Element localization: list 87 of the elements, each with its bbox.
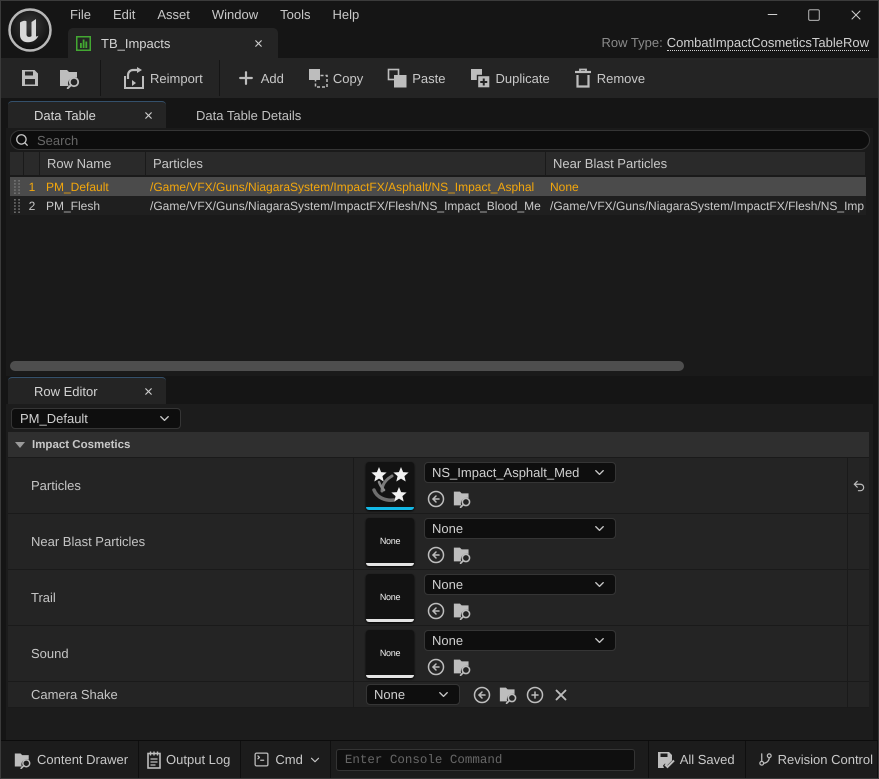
folder-search-icon[interactable] — [453, 545, 472, 564]
folder-search-icon[interactable] — [453, 601, 472, 620]
left-arrow-circle-icon[interactable] — [427, 490, 445, 508]
trash-icon — [574, 68, 592, 88]
category-label: Impact Cosmetics — [32, 438, 130, 450]
panel-tab[interactable]: Data Table — [8, 101, 166, 128]
status-bar-button[interactable]: All Saved — [648, 741, 746, 778]
asset-dropdown[interactable]: None — [424, 574, 616, 595]
toolbar-button[interactable]: Duplicate — [458, 60, 562, 96]
search-field[interactable]: Search — [10, 130, 870, 150]
terminal-icon — [253, 751, 270, 768]
asset-thumbnail[interactable]: None — [366, 630, 414, 678]
menu-item[interactable]: File — [59, 1, 102, 28]
close-icon[interactable] — [143, 386, 154, 396]
saved-check-icon — [656, 750, 675, 768]
row-select-dropdown[interactable]: PM_Default — [11, 408, 181, 429]
folder-search-icon[interactable] — [453, 489, 472, 508]
menu-item[interactable]: Edit — [102, 1, 146, 28]
search-icon — [15, 133, 29, 147]
logo-icon[interactable] — [8, 8, 52, 52]
class-dropdown[interactable]: None — [366, 684, 460, 705]
shooting-stars-icon — [370, 466, 410, 504]
plus-circle-icon[interactable] — [526, 686, 544, 704]
column-header[interactable]: Row Name — [40, 152, 146, 175]
row-number: 1 — [28, 180, 36, 194]
table-row[interactable]: 1 PM_Default /Game/VFX/Guns/NiagaraSystem/ImpactFX/Asphalt/NS_Impact_Asphal None — [10, 177, 866, 196]
property-name: Trail — [31, 590, 56, 605]
console-input[interactable]: Enter Console Command — [336, 748, 635, 770]
toolbar-button[interactable]: Reimport — [111, 60, 215, 96]
left-arrow-circle-icon[interactable] — [427, 602, 445, 620]
notepad-icon — [147, 750, 162, 768]
folder-search-icon[interactable] — [453, 657, 472, 676]
scrollbar-thumb[interactable] — [10, 361, 684, 371]
row-number: 2 — [28, 198, 36, 212]
toolbar-button[interactable]: Remove — [562, 60, 658, 96]
row-type-link[interactable]: CombatImpactCosmeticsTableRow — [666, 35, 869, 51]
data-table-icon — [76, 36, 91, 50]
asset-thumbnail[interactable]: None — [366, 518, 414, 566]
caret-icon[interactable] — [15, 440, 25, 450]
left-arrow-circle-icon[interactable] — [427, 658, 445, 676]
left-arrow-circle-icon[interactable] — [473, 686, 491, 704]
maximize-icon[interactable] — [807, 8, 821, 22]
branch-icon — [758, 752, 773, 767]
reimport-icon — [123, 67, 145, 89]
menu-item[interactable]: Help — [321, 1, 370, 28]
property-name: Sound — [31, 646, 69, 661]
category-header[interactable]: Impact Cosmetics — [8, 432, 869, 458]
property-name: Near Blast Particles — [31, 534, 146, 549]
table-cell: PM_Flesh — [46, 198, 100, 212]
row-type-label: Row Type: — [602, 35, 663, 51]
asset-thumbnail[interactable]: None — [366, 574, 414, 622]
table-cell: /Game/VFX/Guns/NiagaraSystem/ImpactFX/Flesh/NS_Imp — [550, 198, 864, 212]
column-header[interactable]: Particles — [146, 152, 546, 175]
table-cell: PM_Default — [46, 180, 109, 194]
paste-icon — [387, 68, 408, 88]
menu-item[interactable]: Asset — [146, 1, 201, 28]
left-arrow-circle-icon[interactable] — [427, 546, 445, 564]
asset-thumbnail[interactable] — [366, 462, 414, 510]
folder-search-icon[interactable] — [499, 685, 518, 704]
table-cell: /Game/VFX/Guns/NiagaraSystem/ImpactFX/Flesh/NS_Impact_Blood_Me — [150, 198, 541, 212]
menu-item[interactable]: Window — [200, 1, 270, 28]
close-icon[interactable] — [143, 110, 154, 120]
property-name: Particles — [31, 478, 81, 493]
asset-tab[interactable]: TB_Impacts — [68, 28, 278, 58]
toolbar-button[interactable]: Copy — [296, 60, 376, 96]
asset-dropdown[interactable]: None — [424, 630, 616, 651]
save-icon[interactable] — [21, 69, 39, 87]
duplicate-icon — [470, 68, 490, 88]
folder-search-icon[interactable] — [59, 67, 81, 89]
undo-arrow-icon[interactable] — [852, 478, 866, 492]
copy-icon — [308, 68, 328, 88]
column-header[interactable]: Near Blast Particles — [546, 152, 866, 175]
table-cell: None — [550, 180, 579, 194]
toolbar-button[interactable]: Paste — [375, 60, 458, 96]
panel-tab[interactable]: Data Table Details — [170, 101, 328, 128]
grip-icon[interactable] — [14, 198, 20, 212]
table-cell: /Game/VFX/Guns/NiagaraSystem/ImpactFX/Asphalt/NS_Impact_Asphal — [150, 180, 534, 194]
panel-tab[interactable]: Row Editor — [8, 377, 166, 404]
toolbar-button[interactable]: Add — [224, 60, 296, 96]
asset-dropdown[interactable]: None — [424, 518, 616, 539]
folder-search-icon — [14, 750, 32, 768]
asset-dropdown[interactable]: NS_Impact_Asphalt_Med — [424, 462, 616, 483]
table-row[interactable]: 2 PM_Flesh /Game/VFX/Guns/NiagaraSystem/ImpactFX/Flesh/NS_Impact_Blood_Me /Game/VFX/Guns/NiagaraSystem/ImpactFX/Flesh/NS_Imp — [10, 196, 866, 215]
close-icon[interactable] — [253, 38, 264, 48]
property-name: Camera Shake — [31, 687, 118, 702]
grip-icon[interactable] — [14, 180, 20, 194]
menu-item[interactable]: Tools — [269, 1, 322, 28]
